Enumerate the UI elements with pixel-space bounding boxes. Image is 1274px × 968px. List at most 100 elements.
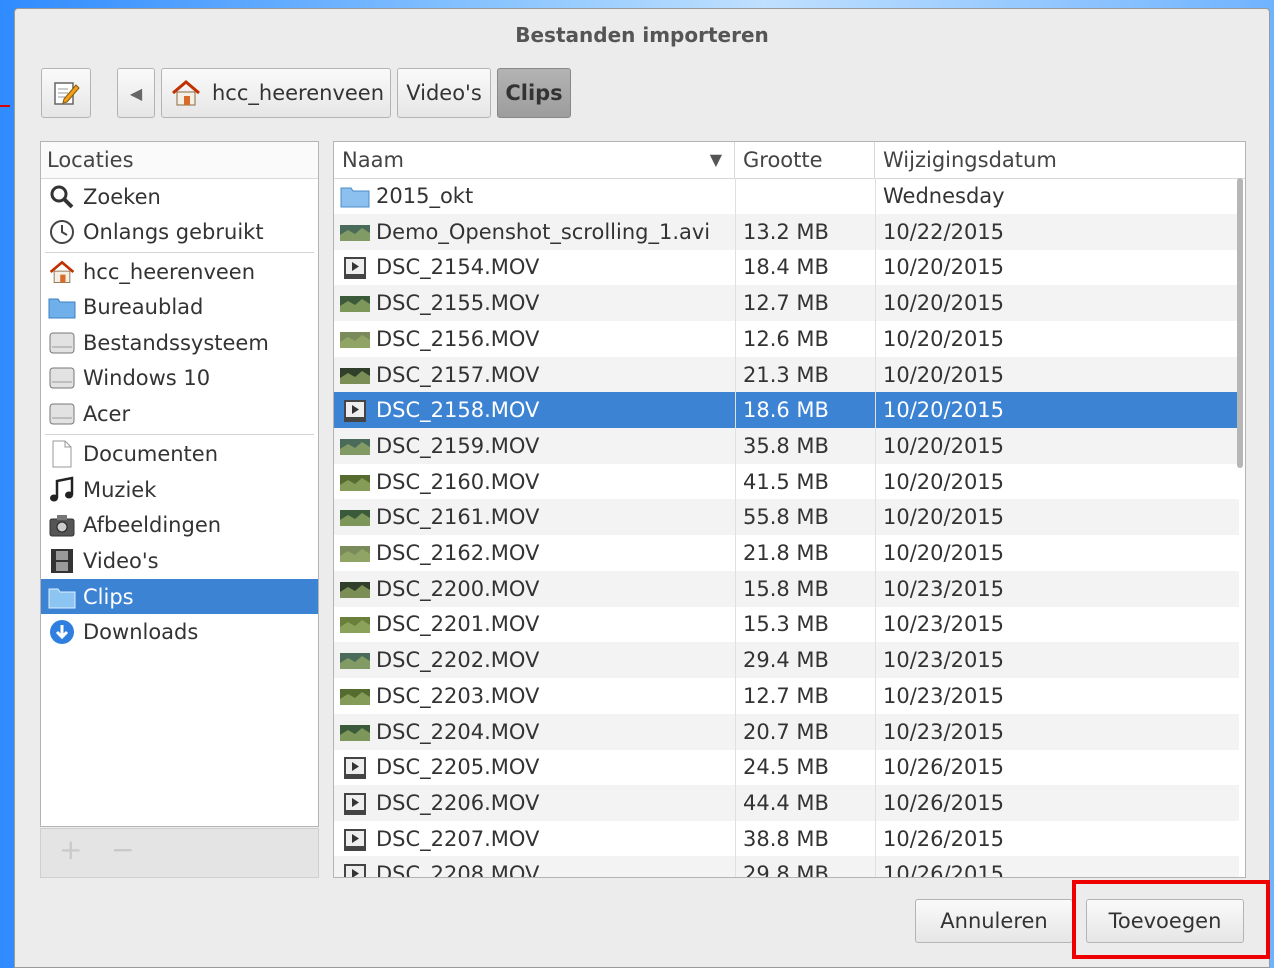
breadcrumb-label: hcc_heerenveen [212, 81, 385, 105]
sidebar-item-recent[interactable]: Onlangs gebruikt [41, 214, 318, 249]
file-name: DSC_2207.MOV [376, 826, 540, 851]
breadcrumb-label: Video's [406, 81, 482, 105]
column-divider [875, 178, 876, 877]
file-row[interactable]: DSC_2205.MOV 24.5 MB 10/26/2015 [334, 749, 1239, 785]
remove-bookmark-button[interactable]: − [111, 833, 134, 866]
file-size: 29.4 MB [743, 648, 829, 673]
search-icon [47, 183, 77, 211]
file-list-header: Naam ▼ Grootte Wijzigingsdatum [334, 142, 1245, 179]
vertical-scrollbar[interactable] [1237, 178, 1243, 468]
file-date: Wednesday [883, 184, 1005, 208]
sidebar-item-pictures[interactable]: Afbeeldingen [41, 507, 318, 542]
download-icon [47, 618, 77, 646]
video-thumbnail-icon [340, 365, 370, 385]
file-date: 10/20/2015 [883, 541, 1005, 565]
video-thumbnail-icon [340, 722, 370, 742]
add-bookmark-button[interactable]: + [59, 833, 82, 866]
breadcrumb-clips[interactable]: Clips [497, 68, 571, 118]
sidebar-item-downloads[interactable]: Downloads [41, 614, 318, 649]
file-size: 44.4 MB [743, 790, 829, 815]
sidebar-item-desktop[interactable]: Bureaublad [41, 289, 318, 324]
file-row[interactable]: DSC_2208.MOV 29.8 MB 10/26/2015 [334, 856, 1239, 877]
file-date: 10/20/2015 [883, 398, 1005, 423]
file-row[interactable]: DSC_2159.MOV 35.8 MB 10/20/2015 [334, 427, 1239, 464]
sidebar-item-documents[interactable]: Documenten [41, 436, 318, 471]
file-row[interactable]: DSC_2202.MOV 29.4 MB 10/23/2015 [334, 642, 1239, 679]
sidebar-item-clips[interactable]: Clips [41, 579, 318, 614]
sidebar-item-label: Windows 10 [83, 365, 211, 390]
video-thumbnail-icon [340, 472, 370, 492]
sidebar-item-filesystem[interactable]: Bestandssysteem [41, 325, 318, 360]
file-row[interactable]: DSC_2155.MOV 12.7 MB 10/20/2015 [334, 285, 1239, 322]
file-row[interactable]: DSC_2162.MOV 21.8 MB 10/20/2015 [334, 535, 1239, 571]
sidebar-separator [45, 252, 314, 253]
sidebar-item-acer[interactable]: Acer [41, 396, 318, 431]
video-thumbnail-icon [340, 543, 370, 563]
column-header-size[interactable]: Grootte [735, 142, 875, 178]
triangle-left-icon: ◀ [129, 83, 143, 103]
file-row[interactable]: DSC_2206.MOV 44.4 MB 10/26/2015 [334, 784, 1239, 821]
button-label: Annuleren [940, 909, 1048, 933]
dialog-title: Bestanden importeren [515, 23, 769, 47]
file-size: 15.3 MB [743, 612, 829, 637]
file-row[interactable]: DSC_2160.MOV 41.5 MB 10/20/2015 [334, 464, 1239, 500]
video-thumbnail-icon [340, 329, 370, 349]
file-row[interactable]: DSC_2161.MOV 55.8 MB 10/20/2015 [334, 499, 1239, 536]
drive-icon [47, 329, 77, 357]
file-row[interactable]: 2015_okt Wednesday [334, 178, 1239, 214]
file-size: 24.5 MB [743, 755, 829, 780]
breadcrumb-videos[interactable]: Video's [397, 68, 491, 118]
breadcrumb-home[interactable]: hcc_heerenveen [161, 68, 391, 118]
sidebar-item-label: Bestandssysteem [83, 330, 269, 355]
video-thumbnail-icon [340, 650, 370, 670]
file-row[interactable]: DSC_2158.MOV 18.6 MB 10/20/2015 [334, 392, 1239, 429]
edit-location-button[interactable] [41, 68, 91, 118]
file-row[interactable]: DSC_2204.MOV 20.7 MB 10/23/2015 [334, 713, 1239, 750]
back-button[interactable]: ◀ [117, 68, 155, 118]
video-thumbnail-icon [340, 614, 370, 634]
file-name: DSC_2204.MOV [376, 719, 540, 744]
file-date: 10/26/2015 [883, 826, 1005, 851]
sidebar-item-music[interactable]: Muziek [41, 472, 318, 507]
video-file-icon [340, 257, 370, 280]
column-header-date[interactable]: Wijzigingsdatum [875, 142, 1241, 178]
sidebar-item-home[interactable]: hcc_heerenveen [41, 254, 318, 289]
file-row[interactable]: DSC_2207.MOV 38.8 MB 10/26/2015 [334, 821, 1239, 857]
sidebar-item-videos[interactable]: Video's [41, 543, 318, 578]
file-size: 18.4 MB [743, 255, 829, 280]
file-row[interactable]: Demo_Openshot_scrolling_1.avi 13.2 MB 10/2… [334, 213, 1239, 250]
sidebar-item-windows10[interactable]: Windows 10 [41, 360, 318, 395]
file-size: 12.7 MB [743, 683, 829, 708]
drive-icon [47, 400, 77, 428]
column-header-name[interactable]: Naam ▼ [334, 142, 735, 178]
file-size: 20.7 MB [743, 719, 829, 744]
column-divider [735, 178, 736, 877]
file-date: 10/20/2015 [883, 505, 1005, 530]
file-name: DSC_2154.MOV [376, 255, 540, 280]
sidebar-item-search[interactable]: Zoeken [41, 179, 318, 214]
file-date: 10/20/2015 [883, 255, 1005, 280]
file-date: 10/20/2015 [883, 433, 1005, 458]
cancel-button[interactable]: Annuleren [915, 899, 1073, 943]
sidebar-item-label: Acer [83, 401, 131, 426]
file-row[interactable]: DSC_2156.MOV 12.6 MB 10/20/2015 [334, 321, 1239, 357]
file-size: 55.8 MB [743, 505, 829, 530]
camera-icon [47, 511, 77, 539]
sidebar-header: Locaties [41, 142, 318, 179]
file-row[interactable]: DSC_2201.MOV 15.3 MB 10/23/2015 [334, 606, 1239, 642]
video-file-icon [340, 792, 370, 815]
file-name: DSC_2203.MOV [376, 683, 540, 708]
sidebar-item-label: Onlangs gebruikt [83, 219, 264, 244]
file-size: 35.8 MB [743, 433, 829, 458]
file-size: 21.3 MB [743, 362, 829, 387]
file-row[interactable]: DSC_2200.MOV 15.8 MB 10/23/2015 [334, 570, 1239, 607]
file-name: DSC_2157.MOV [376, 362, 540, 387]
file-date: 10/26/2015 [883, 790, 1005, 815]
column-label: Grootte [743, 148, 823, 172]
file-size: 38.8 MB [743, 826, 829, 851]
file-row[interactable]: DSC_2203.MOV 12.7 MB 10/23/2015 [334, 678, 1239, 714]
file-row[interactable]: DSC_2154.MOV 18.4 MB 10/20/2015 [334, 249, 1239, 285]
file-row[interactable]: DSC_2157.MOV 21.3 MB 10/20/2015 [334, 356, 1239, 393]
file-name: DSC_2205.MOV [376, 755, 540, 780]
folder-icon [47, 583, 77, 611]
